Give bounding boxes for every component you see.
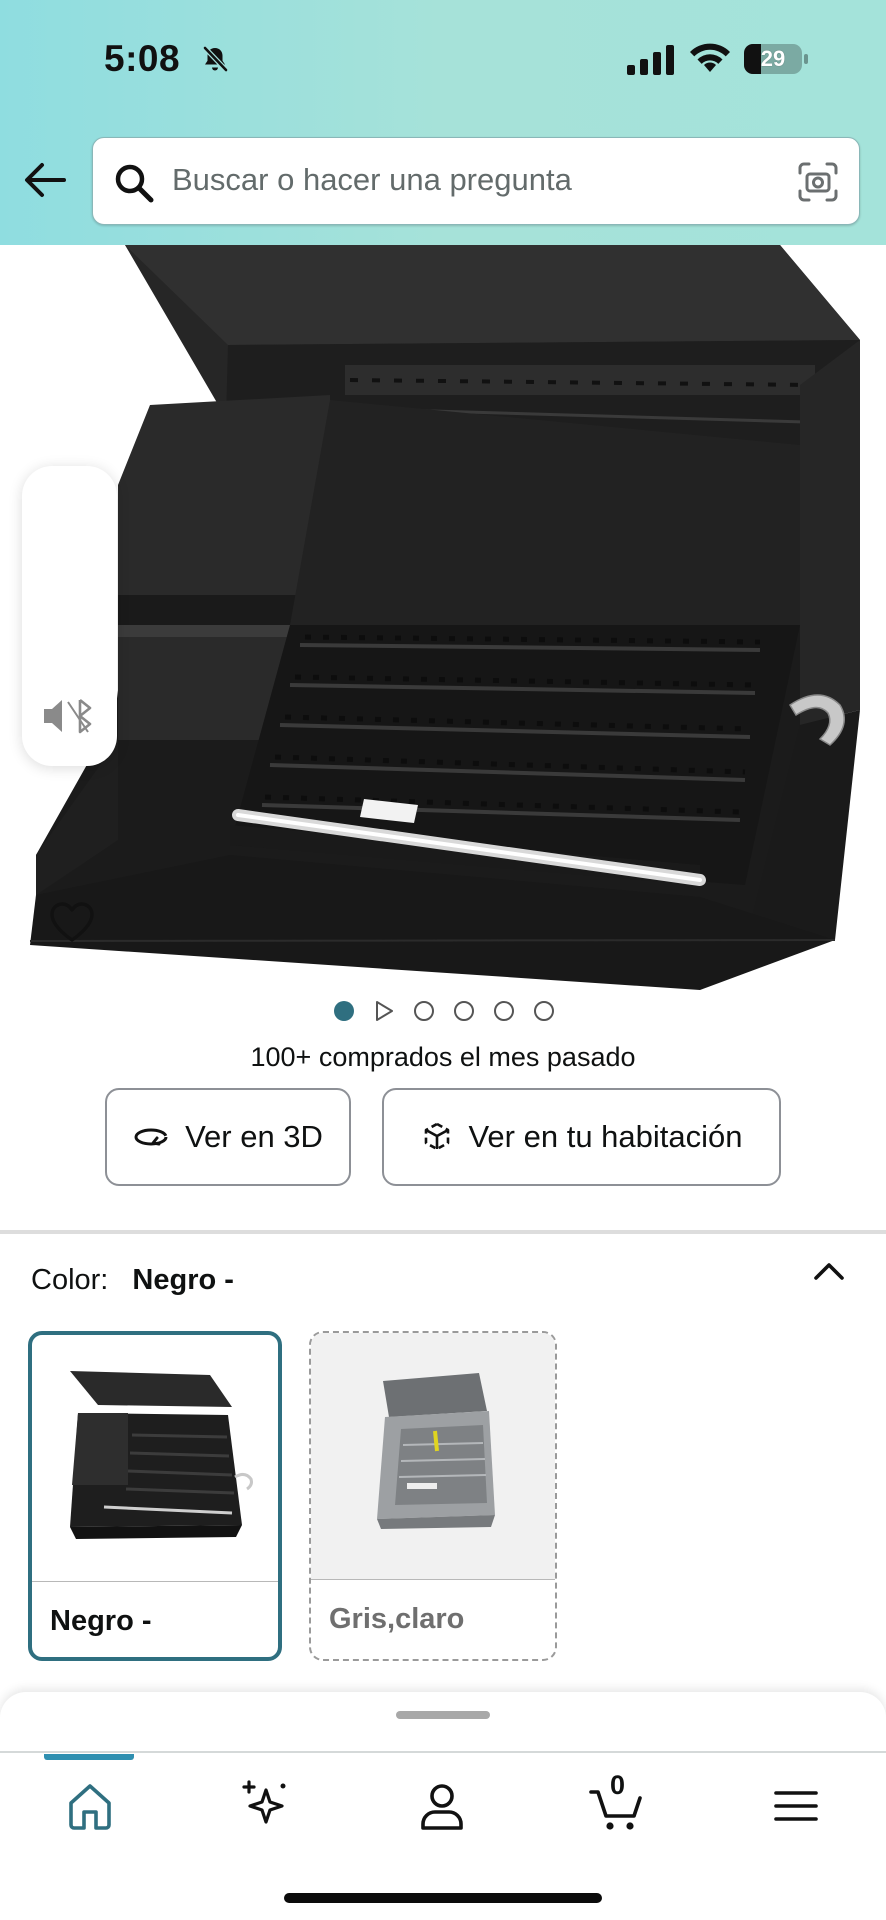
header-gradient: 5:08 29 Buscar o hacer una pregunta (0, 0, 886, 245)
bell-slash-icon (203, 46, 228, 72)
view-in-room-button[interactable]: Ver en tu habitación (382, 1088, 781, 1186)
battery-level: 29 (760, 46, 786, 71)
camera-scan-icon[interactable] (796, 160, 840, 204)
gray-chest-thumbnail (377, 1373, 495, 1529)
carousel-dot[interactable] (494, 1001, 514, 1021)
audio-control[interactable] (22, 466, 117, 766)
nav-rufus[interactable] (236, 1776, 296, 1836)
cart-count: 0 (610, 1770, 626, 1800)
ar-cube-icon (425, 1122, 450, 1151)
carousel-dot[interactable] (534, 1001, 554, 1021)
chevron-up-icon[interactable] (813, 1260, 845, 1282)
color-option-black[interactable]: Negro - (28, 1331, 282, 1661)
carousel-dot[interactable] (414, 1001, 434, 1021)
heart-icon[interactable] (48, 900, 96, 944)
color-selector-header: Color: Negro - (31, 1264, 234, 1297)
status-bar: 5:08 29 (0, 0, 886, 120)
search-placeholder: Buscar o hacer una pregunta (172, 162, 572, 197)
sheet-grabber[interactable] (396, 1711, 490, 1719)
menu-icon (774, 1791, 818, 1821)
bottom-sheet[interactable]: 0 (0, 1692, 886, 1920)
color-option-name: Gris,claro (329, 1603, 465, 1635)
view-3d-label: Ver en 3D (185, 1119, 323, 1154)
speaker-bluetooth-muted-icon (44, 698, 92, 734)
nav-active-indicator (44, 1754, 134, 1760)
nav-divider (0, 1751, 886, 1753)
nav-home[interactable] (60, 1776, 120, 1836)
color-option-image (311, 1333, 555, 1579)
nav-menu[interactable] (766, 1776, 826, 1836)
home-icon (69, 1784, 111, 1830)
cellular-signal-icon (627, 45, 674, 75)
color-option-light-gray[interactable]: Gris,claro (309, 1331, 557, 1661)
color-option-name: Negro - (50, 1605, 152, 1637)
black-chest-thumbnail (70, 1371, 253, 1539)
color-label: Color: (31, 1264, 109, 1296)
product-image[interactable] (0, 245, 886, 990)
carousel-dot[interactable] (454, 1001, 474, 1021)
bought-last-month: 100+ comprados el mes pasado (250, 1042, 636, 1072)
nav-cart[interactable]: 0 (588, 1770, 648, 1836)
sparkle-icon (242, 1780, 286, 1824)
account-icon (421, 1784, 463, 1830)
battery-icon: 29 (744, 44, 808, 74)
tool-chest-image (29, 245, 860, 990)
rotate-3d-icon (134, 1128, 168, 1146)
carousel-indicator[interactable] (334, 998, 554, 1024)
nav-account[interactable] (412, 1776, 472, 1836)
status-time: 5:08 (104, 38, 181, 79)
carousel-dot-active[interactable] (334, 1001, 354, 1021)
color-option-image (32, 1335, 278, 1581)
home-indicator[interactable] (284, 1893, 602, 1903)
arrow-left-icon[interactable] (22, 160, 68, 200)
magnifier-icon (115, 164, 154, 203)
color-selected-value: Negro - (132, 1264, 234, 1296)
view-3d-button[interactable]: Ver en 3D (105, 1088, 351, 1186)
search-input[interactable]: Buscar o hacer una pregunta (92, 137, 860, 225)
view-in-room-label: Ver en tu habitación (468, 1119, 743, 1154)
carousel-video-indicator[interactable] (374, 1000, 394, 1022)
wifi-icon (690, 43, 730, 72)
section-divider (0, 1230, 886, 1234)
